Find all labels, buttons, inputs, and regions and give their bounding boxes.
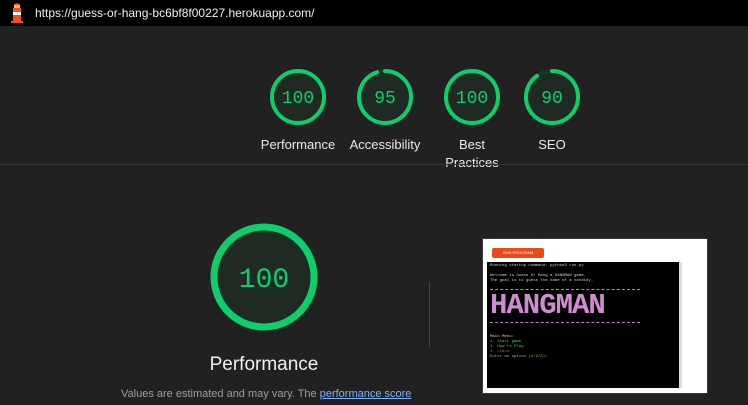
gauge-label: SEO <box>538 137 566 152</box>
gauge-label: Accessibility <box>349 137 421 152</box>
gauge-score: 90 <box>541 89 563 109</box>
gauge-score: 95 <box>374 89 396 109</box>
gauge-label: Performance <box>260 137 336 152</box>
gauge-score: 100 <box>456 89 488 109</box>
gauge-ring: 90 <box>524 69 580 125</box>
terminal-line: The goal is to guess the name of a candi… <box>490 279 594 283</box>
gauge-score: 100 <box>282 89 314 109</box>
terminal-window: Running startup command: python3 run.py … <box>487 262 682 388</box>
terminal-line: Running startup command: python3 run.py <box>490 264 584 268</box>
hangman-banner: HANGMAN <box>490 289 640 323</box>
run-program-button: RUN PROGRAM <box>492 248 544 258</box>
gauge-best-practices[interactable]: 100 Best Practices <box>427 68 517 172</box>
performance-score: 100 <box>239 265 289 296</box>
performance-score-link[interactable]: performance score <box>320 388 412 400</box>
score-summary: 100 Performance 95 Accessibility 100 Bes… <box>0 26 748 170</box>
lighthouse-logo-icon <box>11 3 23 23</box>
gauge-label: Best Practices <box>445 137 499 170</box>
vertical-divider <box>429 282 430 348</box>
gauge-ring: 95 <box>357 69 413 125</box>
gauge-ring: 100 <box>444 69 500 125</box>
menu-prompt: Enter an option (1/2/3): <box>490 355 548 359</box>
gauge-performance[interactable]: 100 Performance <box>253 68 343 154</box>
gauge-ring: 100 <box>270 69 326 125</box>
metrics-note: Values are estimated and may vary. The p… <box>121 388 411 400</box>
final-screenshot[interactable]: RUN PROGRAM Running startup command: pyt… <box>482 238 708 394</box>
performance-gauge: 100 <box>210 223 318 331</box>
note-text: Values are estimated and may vary. The <box>121 388 320 400</box>
performance-title: Performance <box>209 354 319 375</box>
browser-address-bar: https://guess-or-hang-bc6bf8f00227.herok… <box>0 0 748 26</box>
page-url[interactable]: https://guess-or-hang-bc6bf8f00227.herok… <box>35 6 315 20</box>
gauge-seo[interactable]: 90 SEO <box>507 68 597 154</box>
section-divider <box>0 164 748 165</box>
gauge-accessibility[interactable]: 95 Accessibility <box>340 68 430 154</box>
